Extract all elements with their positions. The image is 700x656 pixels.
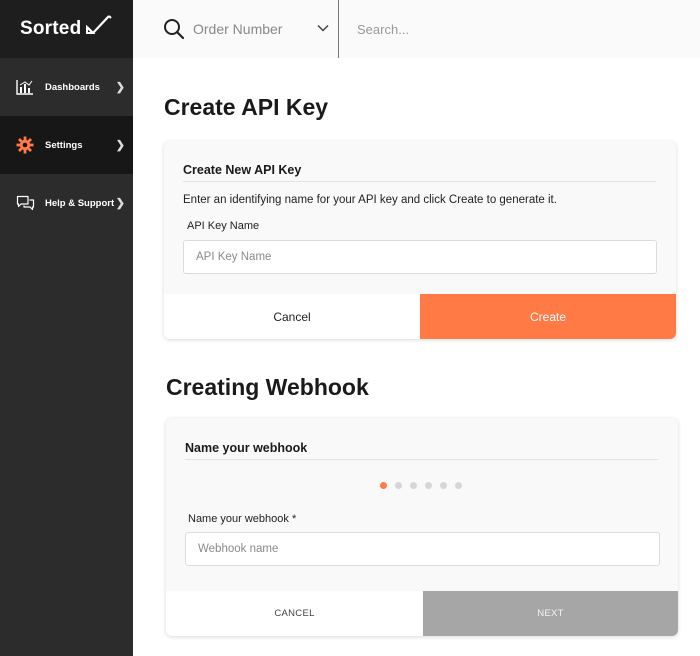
search-area	[339, 0, 700, 58]
creating-webhook-title: Creating Webhook	[166, 374, 369, 400]
webhook-card: Name your webhook Name your webhook * CA…	[166, 418, 678, 636]
cancel-button[interactable]: Cancel	[164, 294, 420, 339]
brand-logo[interactable]: Sorted	[0, 0, 133, 58]
sidebar: Sorted Dashboards ❯ Settings ❯ Help & Su…	[0, 0, 133, 656]
search-icon	[164, 19, 185, 40]
step-indicator	[380, 482, 462, 489]
step-dot	[440, 482, 447, 489]
chevron-right-icon: ❯	[115, 139, 125, 152]
create-api-key-card: Create New API Key Enter an identifying …	[164, 141, 676, 339]
webhook-name-label: Name your webhook *	[188, 513, 297, 525]
step-dot	[395, 482, 402, 489]
api-key-description: Enter an identifying name for your API k…	[183, 194, 557, 206]
cancel-button[interactable]: CANCEL	[166, 591, 423, 636]
chevron-right-icon: ❯	[115, 197, 125, 210]
sidebar-item-label: Settings	[45, 139, 83, 151]
main-content: Create API Key Create New API Key Enter …	[133, 58, 700, 656]
sidebar-item-label: Dashboards	[45, 81, 100, 93]
api-key-name-input[interactable]	[183, 240, 657, 274]
webhook-name-input[interactable]	[185, 532, 660, 566]
api-key-name-label: API Key Name	[187, 220, 260, 232]
create-button[interactable]: Create	[420, 294, 676, 339]
step-dot-active	[380, 482, 387, 489]
search-input[interactable]	[357, 21, 657, 37]
sidebar-item-dashboards[interactable]: Dashboards ❯	[0, 58, 133, 116]
chat-bubbles-icon	[15, 193, 35, 213]
create-api-key-title: Create API Key	[164, 94, 329, 120]
order-select-label: Order Number	[193, 21, 283, 37]
divider	[185, 459, 658, 460]
brand-name: Sorted	[20, 18, 82, 39]
chevron-right-icon: ❯	[115, 81, 125, 94]
bar-chart-icon	[15, 77, 35, 97]
sidebar-item-settings[interactable]: Settings ❯	[0, 116, 133, 174]
next-button[interactable]: NEXT	[423, 591, 678, 636]
chevron-down-icon	[317, 24, 329, 32]
sidebar-item-label: Help & Support	[45, 197, 115, 209]
gear-icon	[15, 135, 35, 155]
checkmark-logo-icon	[86, 15, 113, 35]
step-dot	[455, 482, 462, 489]
divider	[183, 181, 656, 182]
order-type-select[interactable]: Order Number	[133, 0, 339, 58]
step-dot	[410, 482, 417, 489]
card-title: Create New API Key	[183, 163, 302, 177]
top-bar: Order Number	[133, 0, 700, 58]
step-dot	[425, 482, 432, 489]
sidebar-item-help-support[interactable]: Help & Support ❯	[0, 174, 133, 232]
card-title: Name your webhook	[185, 441, 308, 455]
